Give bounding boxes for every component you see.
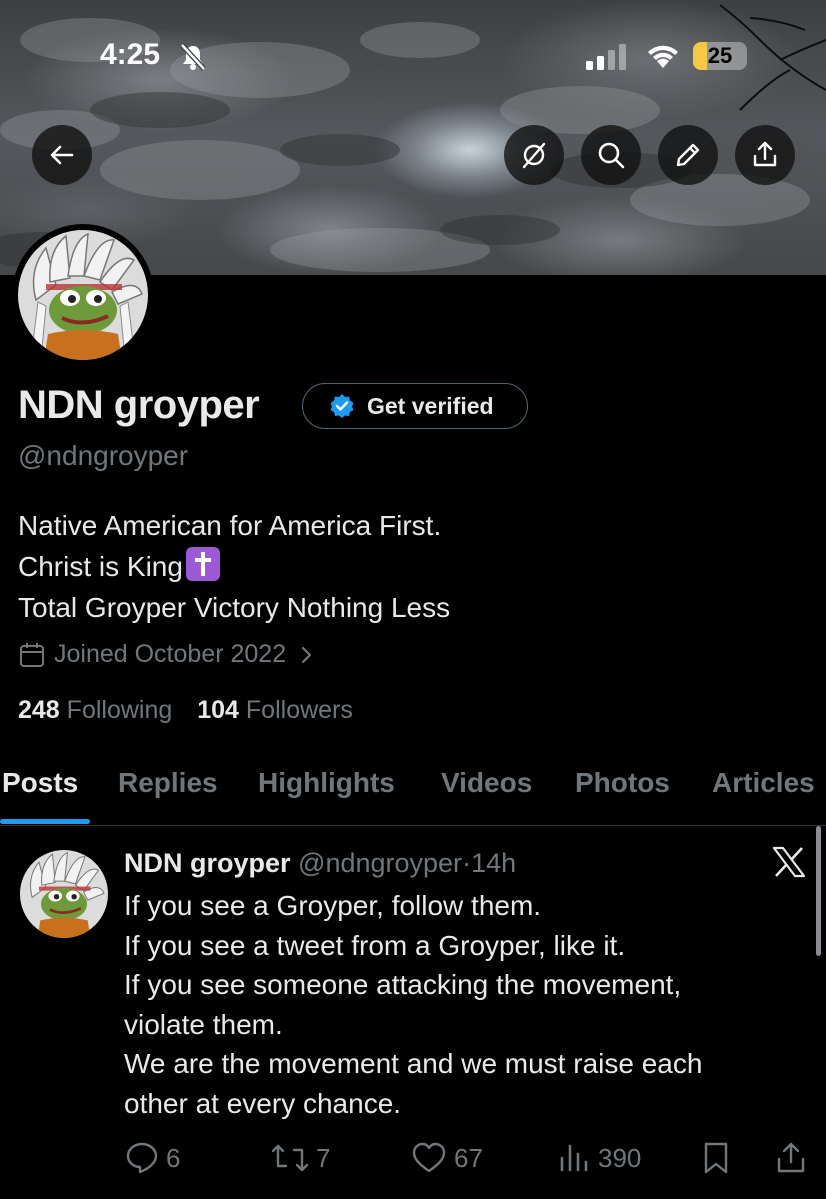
status-time: 4:25 — [100, 38, 161, 71]
bio-line: Total Groyper Victory Nothing Less — [18, 592, 451, 623]
bookmark-icon — [704, 1142, 728, 1174]
tab-highlights[interactable]: Highlights — [258, 767, 395, 799]
chevron-right-icon — [302, 646, 312, 663]
bio-line: Christ is King — [18, 551, 183, 582]
slash-circle-icon — [522, 142, 546, 169]
back-button[interactable] — [32, 125, 92, 185]
share-icon — [777, 1142, 805, 1173]
tab-videos[interactable]: Videos — [441, 767, 532, 799]
tab-articles[interactable]: Articles — [712, 767, 815, 799]
post[interactable]: NDN groyper @ndngroyper·14h If you see a… — [0, 826, 826, 1199]
following-label: Following — [66, 696, 173, 724]
post-separator: · — [462, 848, 472, 878]
post-header: NDN groyper @ndngroyper·14h — [124, 848, 516, 879]
following-link[interactable]: 248 Following — [18, 696, 172, 724]
latin-cross-emoji-icon — [185, 547, 220, 581]
search-button[interactable] — [581, 125, 641, 185]
frog-headdress-avatar-icon — [20, 850, 108, 938]
pencil-icon — [676, 143, 700, 167]
post-text-line: If you see a tweet from a Groyper, like … — [124, 929, 626, 961]
post-text-line: other at every chance. — [124, 1087, 402, 1119]
wifi-icon — [648, 45, 678, 68]
calendar-icon — [20, 642, 44, 667]
repost-button[interactable]: 7 — [270, 1140, 330, 1176]
joined-date-link[interactable]: Joined October 2022 — [18, 640, 318, 669]
profile-tabs: Posts Replies Highlights Videos Photos A… — [0, 755, 826, 825]
tab-replies[interactable]: Replies — [118, 767, 218, 799]
active-tab-indicator — [0, 819, 90, 824]
post-text: If you see a Groyper, follow them. If yo… — [124, 886, 804, 1124]
post-text-line: If you see someone attacking the movemen… — [124, 969, 682, 1001]
grok-button[interactable] — [504, 125, 564, 185]
reply-button[interactable]: 6 — [124, 1140, 180, 1176]
share-button[interactable] — [735, 125, 795, 185]
tab-posts[interactable]: Posts — [2, 767, 78, 799]
like-count: 67 — [454, 1142, 483, 1173]
bar-chart-icon — [560, 1144, 588, 1172]
tab-photos[interactable]: Photos — [575, 767, 670, 799]
battery-level: 25 — [707, 43, 733, 68]
bell-slash-icon — [180, 43, 206, 71]
scrollbar[interactable] — [816, 826, 821, 956]
post-share-button[interactable] — [774, 1140, 814, 1176]
profile-avatar[interactable] — [12, 224, 154, 366]
post-author-avatar[interactable] — [20, 850, 108, 938]
followers-link[interactable]: 104 Followers — [197, 696, 353, 724]
post-author-handle[interactable]: @ndngroyper — [298, 848, 462, 878]
reply-count: 6 — [166, 1142, 181, 1173]
search-icon — [598, 142, 625, 169]
edit-button[interactable] — [658, 125, 718, 185]
following-count: 248 — [18, 696, 60, 724]
arrow-left-icon — [50, 145, 74, 165]
heart-icon — [412, 1142, 446, 1173]
x-logo-icon — [772, 846, 806, 878]
bookmark-button[interactable] — [700, 1140, 738, 1176]
profile-bio: Native American for America First. Chris… — [18, 505, 450, 628]
followers-count: 104 — [197, 696, 239, 724]
post-text-line: violate them. — [124, 1008, 283, 1040]
get-verified-button[interactable]: Get verified — [302, 383, 528, 429]
repost-count: 7 — [316, 1142, 331, 1173]
bio-line-with-emoji: Christ is King — [18, 546, 450, 587]
follow-counts: 248 Following 104 Followers — [18, 696, 353, 725]
profile-display-name: NDN groyper — [18, 383, 260, 427]
post-text-line: We are the movement and we must raise ea… — [124, 1048, 703, 1080]
frog-headdress-avatar-icon — [18, 230, 148, 360]
profile-handle: @ndngroyper — [18, 440, 189, 471]
bio-line: Native American for America First. — [18, 510, 442, 541]
share-icon — [753, 141, 777, 167]
views-button[interactable]: 390 — [556, 1140, 641, 1176]
followers-label: Followers — [245, 696, 353, 724]
post-author-name[interactable]: NDN groyper — [124, 848, 291, 878]
joined-date: Joined October 2022 — [54, 640, 287, 668]
cellular-signal-icon — [586, 44, 626, 70]
get-verified-label: Get verified — [367, 392, 494, 419]
status-bar: 4:25 25 — [0, 0, 826, 110]
reply-bubble-icon — [126, 1142, 158, 1174]
post-time[interactable]: 14h — [471, 848, 516, 878]
repost-icon — [271, 1144, 309, 1172]
battery-indicator: 25 — [693, 42, 747, 70]
post-text-line: If you see a Groyper, follow them. — [124, 890, 542, 921]
post-actions: 6 7 67 390 — [0, 1134, 826, 1180]
view-count: 390 — [598, 1142, 642, 1173]
like-button[interactable]: 67 — [410, 1140, 483, 1176]
verified-badge-icon — [330, 394, 354, 418]
